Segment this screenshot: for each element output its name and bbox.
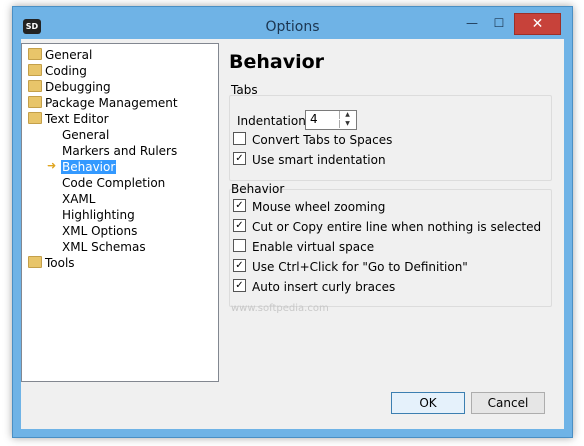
arrow-right-icon: ➜ <box>47 159 57 172</box>
ctrl-click-checkbox[interactable]: ✓ <box>233 259 246 272</box>
title-bar[interactable]: SD Options — ☐ ✕ <box>13 7 572 37</box>
tree-item-behavior-label: Behavior <box>61 160 117 174</box>
tree-item-xaml[interactable]: XAML <box>62 191 95 207</box>
cut-copy-line-checkbox[interactable]: ✓ <box>233 219 246 232</box>
behavior-group-label: Behavior <box>231 182 285 196</box>
virtual-space-checkbox[interactable] <box>233 239 246 252</box>
tree-item-debugging[interactable]: Debugging <box>28 79 111 95</box>
tree-item-package-management[interactable]: Package Management <box>28 95 178 111</box>
options-window: SD Options — ☐ ✕ General Coding Debuggin… <box>12 6 573 438</box>
tree-item-markers-rulers[interactable]: Markers and Rulers <box>62 143 177 159</box>
tree-item-text-editor[interactable]: Text Editor <box>28 111 109 127</box>
folder-icon <box>28 64 42 76</box>
maximize-button[interactable]: ☐ <box>486 13 512 33</box>
decrement-icon[interactable]: ▼ <box>339 120 355 128</box>
tabs-group-label: Tabs <box>231 83 258 97</box>
folder-icon <box>28 80 42 92</box>
indentation-value: 4 <box>310 112 318 126</box>
tree-item-xml-options[interactable]: XML Options <box>62 223 137 239</box>
tree-item-tools[interactable]: Tools <box>28 255 75 271</box>
folder-icon <box>28 96 42 108</box>
cancel-button[interactable]: Cancel <box>471 392 545 414</box>
indentation-label: Indentation <box>237 114 306 128</box>
tree-item-te-general[interactable]: General <box>62 127 109 143</box>
tree-item-code-completion[interactable]: Code Completion <box>62 175 165 191</box>
dialog-client: General Coding Debugging Package Managem… <box>21 39 564 429</box>
mouse-wheel-checkbox[interactable]: ✓ <box>233 199 246 212</box>
watermark: www.softpedia.com <box>231 303 329 314</box>
tree-item-general[interactable]: General <box>28 47 92 63</box>
smart-indent-checkbox[interactable]: ✓ <box>233 152 246 165</box>
options-tree[interactable]: General Coding Debugging Package Managem… <box>21 43 219 382</box>
convert-tabs-checkbox[interactable] <box>233 132 246 145</box>
minimize-button[interactable]: — <box>459 13 485 33</box>
folder-icon <box>28 48 42 60</box>
folder-icon <box>28 256 42 268</box>
tree-item-highlighting[interactable]: Highlighting <box>62 207 135 223</box>
close-button[interactable]: ✕ <box>514 13 561 35</box>
open-folder-icon <box>28 112 42 124</box>
ok-button[interactable]: OK <box>391 392 465 414</box>
tree-item-xml-schemas[interactable]: XML Schemas <box>62 239 146 255</box>
indentation-stepper[interactable]: 4 ▲ ▼ <box>305 110 357 130</box>
curly-braces-checkbox[interactable]: ✓ <box>233 279 246 292</box>
page-title: Behavior <box>229 51 325 73</box>
tree-item-behavior[interactable]: Behavior <box>61 159 117 175</box>
increment-icon[interactable]: ▲ <box>339 111 355 119</box>
tree-item-coding[interactable]: Coding <box>28 63 87 79</box>
